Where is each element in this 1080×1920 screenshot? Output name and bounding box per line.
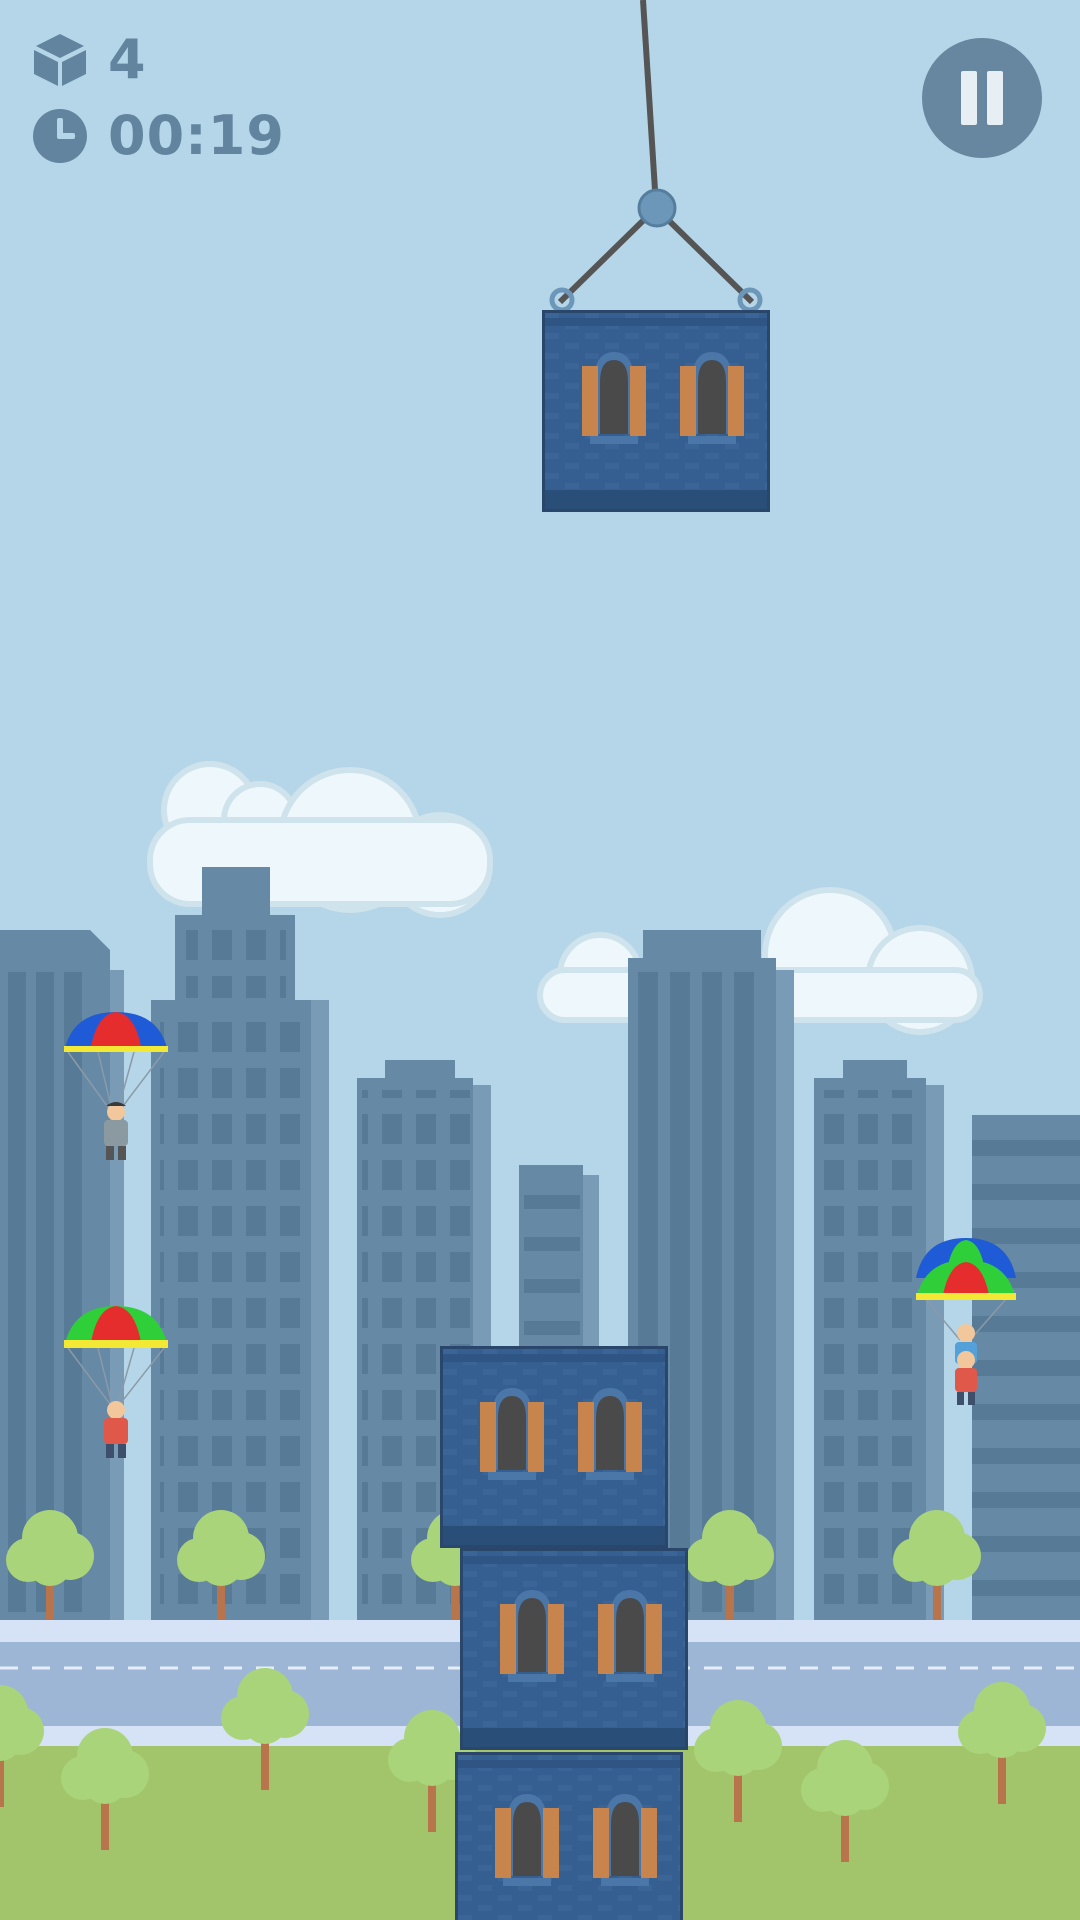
cube-icon (34, 34, 86, 86)
tower-block (460, 1548, 688, 1750)
elapsed-time: 00:19 (108, 104, 285, 167)
pause-button[interactable] (922, 38, 1042, 158)
block-count: 4 (108, 28, 147, 91)
block-counter: 4 (32, 32, 147, 88)
tower-stack (440, 1346, 688, 1920)
tower-block (455, 1752, 683, 1920)
game-scene[interactable] (0, 0, 1080, 1920)
tower-block (440, 1346, 668, 1548)
crane-block (542, 310, 770, 512)
clock-icon (33, 109, 87, 163)
timer: 00:19 (32, 108, 285, 164)
